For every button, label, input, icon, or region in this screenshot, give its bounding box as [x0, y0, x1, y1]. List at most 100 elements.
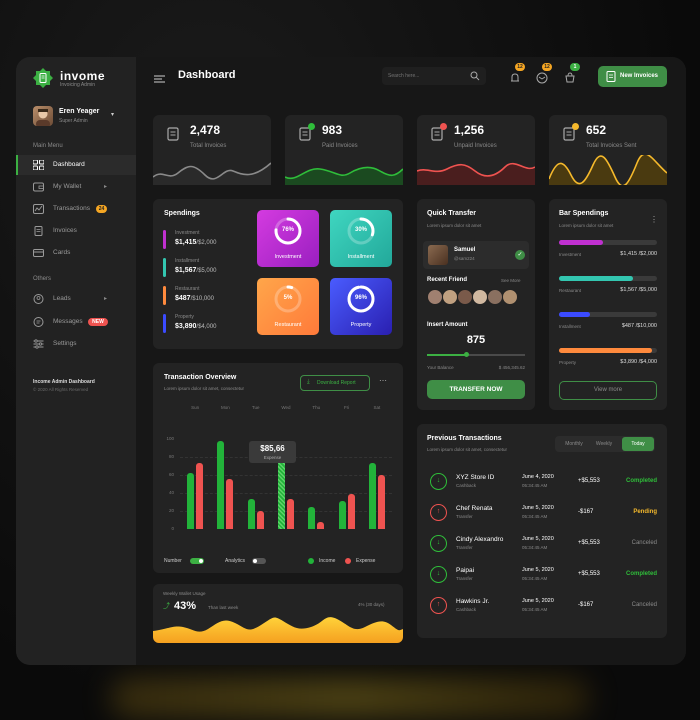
- profile-menu[interactable]: Eren Yeager Super Admin ▾: [33, 106, 129, 128]
- recipient-select-icon[interactable]: ✓: [515, 250, 525, 260]
- search-icon[interactable]: [470, 71, 480, 81]
- view-more-button[interactable]: View more: [559, 381, 657, 400]
- bar-income-sat[interactable]: [368, 463, 376, 529]
- donut-tile-installment[interactable]: 30% Installment: [330, 210, 392, 267]
- bar-expense-fri[interactable]: [347, 493, 355, 529]
- tab-today[interactable]: Today: [622, 437, 654, 451]
- donut-tile-property[interactable]: 96% Property: [330, 278, 392, 335]
- bar-expense-thu[interactable]: [317, 521, 325, 529]
- spending-name: Investment: [175, 230, 200, 236]
- bar-income-wed[interactable]: [278, 458, 285, 529]
- card-icon: [33, 249, 44, 257]
- friend-avatar[interactable]: [427, 289, 443, 305]
- transaction-row[interactable]: ↓ Cindy Alexandro Transfer June 5, 2020 …: [425, 528, 657, 558]
- sidebar-item-label: Leads: [53, 295, 71, 302]
- spending-value: $3,890/$4,000: [175, 323, 216, 330]
- stat-card-unpaid-invoices[interactable]: 1,256 Unpaid Invoices: [417, 115, 535, 185]
- transaction-row[interactable]: ↓ XYZ Store ID Cashback June 4, 2020 05:…: [425, 466, 657, 496]
- stat-card-paid-invoices[interactable]: 983 Paid Invoices: [285, 115, 403, 185]
- friend-avatar[interactable]: [457, 289, 473, 305]
- bar-spending-row: Investment $1,415 /$2,000: [559, 240, 657, 268]
- expense-legend-label: Expense: [356, 558, 376, 564]
- sidebar-item-dashboard[interactable]: Dashboard: [16, 155, 136, 175]
- bar-income-tue[interactable]: [247, 499, 255, 529]
- stat-value: 983: [322, 123, 343, 137]
- number-toggle[interactable]: [190, 558, 204, 564]
- tab-weekly[interactable]: Weekly: [589, 441, 619, 447]
- stat-label: Total Invoices Sent: [586, 143, 637, 149]
- new-invoices-label: New Invoices: [620, 73, 659, 79]
- stat-card-total-invoices-sent[interactable]: 652 Total Invoices Sent: [549, 115, 667, 185]
- sidebar-item-label: Cards: [53, 249, 71, 256]
- hamburger-menu-icon[interactable]: [154, 71, 165, 83]
- download-report-button[interactable]: ⤓ Download Report: [300, 375, 370, 391]
- stat-card-total-invoices[interactable]: 2,478 Total Invoices: [153, 115, 271, 185]
- bar-expense-sat[interactable]: [377, 475, 385, 529]
- stat-sparkline: [417, 162, 535, 185]
- transaction-time: 05:34:45 AM: [522, 607, 548, 612]
- bar-income-mon[interactable]: [217, 440, 225, 529]
- more-options-icon[interactable]: ⋮: [650, 215, 658, 224]
- friend-avatar[interactable]: [487, 289, 503, 305]
- sidebar-item-cards[interactable]: Cards: [16, 243, 136, 263]
- spending-value: $487/$10,000: [175, 295, 214, 302]
- transaction-row[interactable]: ↑ Hawkins Jr. Cashback June 5, 2020 05:3…: [425, 590, 657, 620]
- bar-spending-row: Restaurant $1,567 /$5,000: [559, 276, 657, 304]
- weekly-wallet-title: Weekly Wallet Usage: [163, 591, 206, 596]
- bar-expense-wed[interactable]: [287, 499, 294, 529]
- recent-friends-list: [427, 289, 527, 307]
- search-input[interactable]: [388, 70, 464, 82]
- spendings-card: Spendings Investment $1,415/$2,000 Insta…: [153, 199, 403, 349]
- new-invoices-button[interactable]: New Invoices: [598, 66, 667, 87]
- donut-tile-investment[interactable]: 76% Investment: [257, 210, 319, 267]
- transaction-row[interactable]: ↑ Chef Renata Transfer June 5, 2020 05:3…: [425, 497, 657, 527]
- recipient-id: @sam224: [454, 256, 475, 261]
- sidebar-item-transactions[interactable]: Transactions 24: [16, 199, 136, 219]
- bar-income-fri[interactable]: [338, 501, 346, 529]
- sidebar-item-label: Messages: [53, 318, 83, 325]
- friend-avatar[interactable]: [472, 289, 488, 305]
- cart-icon[interactable]: 1: [564, 63, 580, 83]
- transaction-amount: -$167: [578, 602, 594, 608]
- tab-monthly[interactable]: Monthly: [559, 441, 589, 447]
- bar-income-thu[interactable]: [308, 506, 316, 529]
- mail-icon[interactable]: 12: [536, 63, 552, 84]
- amount-slider[interactable]: [427, 352, 525, 357]
- transaction-overview-subtitle: Lorem ipsum dolor sit amet, consectetur: [164, 386, 245, 391]
- see-more-link[interactable]: See More: [501, 278, 521, 283]
- transaction-date: June 5, 2020: [522, 536, 554, 542]
- transaction-name: Cindy Alexandro: [456, 536, 504, 543]
- transaction-row[interactable]: ↓ Paipai Transfer June 5, 2020 05:34:45 …: [425, 559, 657, 589]
- bar-expense-tue[interactable]: [256, 511, 264, 529]
- spendings-title: Spendings: [164, 210, 200, 217]
- incoming-arrow-icon: ↓: [430, 566, 447, 583]
- recipient-card[interactable]: Samuel @sam224 ✓: [423, 241, 529, 269]
- sidebar-item-messages[interactable]: Messages NEW: [16, 312, 136, 332]
- more-options-icon[interactable]: ⋯: [379, 376, 387, 385]
- footer-title: Income Admin Dashboard: [33, 379, 95, 385]
- donut-tile-restaurant[interactable]: 5% Restaurant: [257, 278, 319, 335]
- bar-expense-sun[interactable]: [196, 463, 204, 529]
- donut-label: Property: [350, 322, 372, 328]
- stat-value: 652: [586, 123, 607, 137]
- sidebar-item-settings[interactable]: Settings: [16, 334, 136, 354]
- friend-avatar[interactable]: [502, 289, 518, 305]
- recipient-avatar: [428, 245, 448, 265]
- transaction-date: June 5, 2020: [522, 567, 554, 573]
- friend-avatar[interactable]: [442, 289, 458, 305]
- spending-name: Property: [175, 314, 194, 320]
- bar-income-sun[interactable]: [187, 473, 195, 529]
- outgoing-arrow-icon: ↑: [430, 597, 447, 614]
- sidebar-item-leads[interactable]: Leads ▸: [16, 289, 136, 309]
- transfer-now-button[interactable]: TRANSFER NOW: [427, 380, 525, 399]
- donut-percent: 30%: [354, 227, 367, 233]
- sidebar-item-my-wallet[interactable]: My Wallet ▸: [16, 177, 136, 197]
- sidebar-item-invoices[interactable]: Invoices: [16, 221, 136, 241]
- slider-handle[interactable]: [463, 352, 469, 357]
- spending-name: Installment: [175, 258, 200, 264]
- notification-bell-icon[interactable]: 12: [509, 63, 525, 83]
- grid-icon: [33, 160, 44, 170]
- y-tick-label: 60: [168, 472, 174, 477]
- analytics-toggle[interactable]: [252, 558, 266, 564]
- bar-expense-mon[interactable]: [226, 478, 234, 529]
